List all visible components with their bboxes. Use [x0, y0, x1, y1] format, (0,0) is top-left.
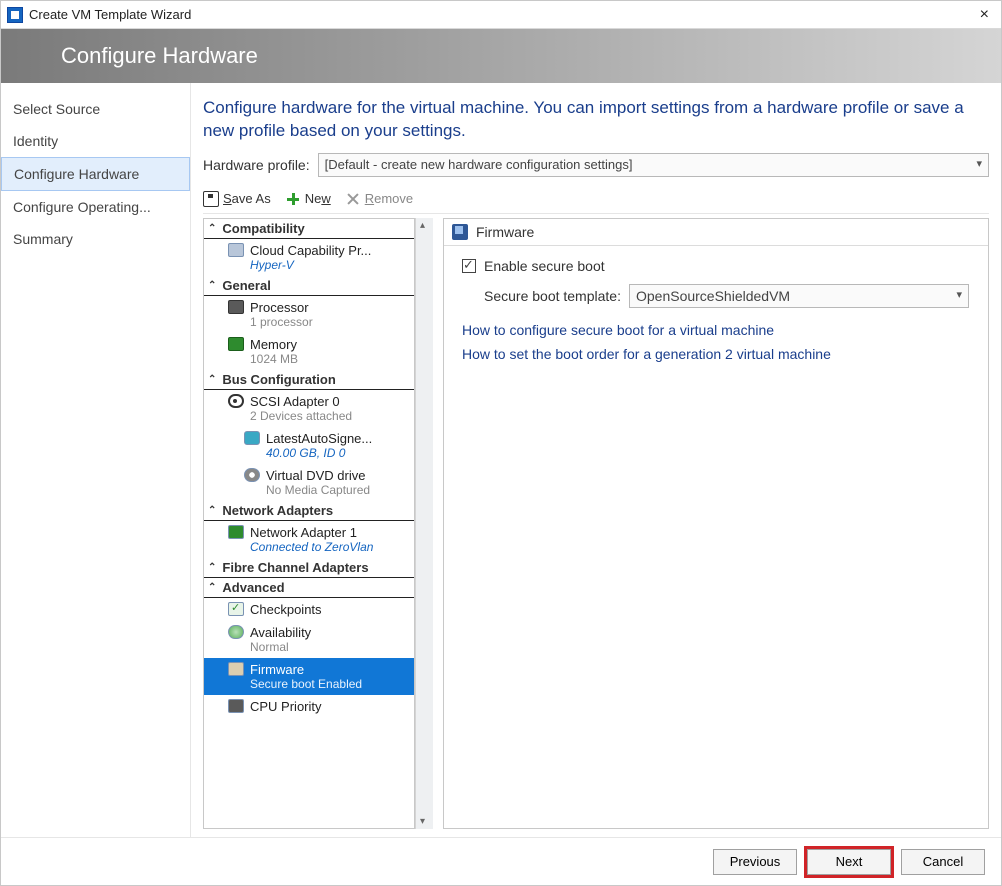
wizard-button-bar: Previous Next Cancel: [1, 837, 1001, 885]
availability-icon: [228, 625, 244, 639]
previous-button[interactable]: Previous: [713, 849, 797, 875]
banner-title: Configure Hardware: [61, 43, 258, 69]
nav-identity[interactable]: Identity: [1, 125, 190, 157]
tree-scsi-adapter[interactable]: SCSI Adapter 0 2 Devices attached: [204, 390, 414, 427]
hardware-profile-label: Hardware profile:: [203, 157, 310, 173]
firmware-icon: [452, 224, 468, 240]
title-bar: Create VM Template Wizard ×: [1, 1, 1001, 29]
instruction-text: Configure hardware for the virtual machi…: [203, 97, 989, 143]
enable-secure-boot-checkbox[interactable]: [462, 259, 476, 273]
cancel-button[interactable]: Cancel: [901, 849, 985, 875]
tree-memory[interactable]: Memory 1024 MB: [204, 333, 414, 370]
secure-boot-template-value: OpenSourceShieldedVM: [636, 288, 790, 304]
wizard-banner: Configure Hardware: [1, 29, 1001, 83]
firmware-tree-icon: [228, 662, 244, 676]
memory-icon: [228, 337, 244, 351]
enable-secure-boot-label: Enable secure boot: [484, 258, 605, 274]
dvd-icon: [244, 468, 260, 482]
section-network[interactable]: ⌃Network Adapters: [204, 501, 414, 521]
processor-icon: [228, 300, 244, 314]
section-advanced[interactable]: ⌃Advanced: [204, 578, 414, 598]
nav-configure-hardware[interactable]: Configure Hardware: [1, 157, 190, 191]
new-button[interactable]: New: [285, 191, 331, 207]
wizard-step-nav: Select Source Identity Configure Hardwar…: [1, 83, 191, 837]
app-icon: [7, 7, 23, 23]
checkpoints-icon: [228, 602, 244, 616]
nav-configure-os[interactable]: Configure Operating...: [1, 191, 190, 223]
link-boot-order-gen2[interactable]: How to set the boot order for a generati…: [462, 346, 970, 362]
window-title: Create VM Template Wizard: [29, 7, 974, 22]
save-as-button[interactable]: Save As: [203, 191, 271, 207]
tree-cpu-priority[interactable]: CPU Priority: [204, 695, 414, 718]
hardware-tree[interactable]: ⌃Compatibility Cloud Capability Pr... Hy…: [204, 219, 414, 828]
tree-checkpoints[interactable]: Checkpoints: [204, 598, 414, 621]
tree-processor[interactable]: Processor 1 processor: [204, 296, 414, 333]
tree-scrollbar[interactable]: [415, 218, 433, 829]
tree-disk[interactable]: LatestAutoSigne... 40.00 GB, ID 0: [204, 427, 414, 464]
section-bus[interactable]: ⌃Bus Configuration: [204, 370, 414, 390]
hardware-profile-select[interactable]: [Default - create new hardware configura…: [318, 153, 989, 177]
tree-availability[interactable]: Availability Normal: [204, 621, 414, 658]
secure-boot-template-label: Secure boot template:: [484, 288, 621, 304]
secure-boot-template-select[interactable]: OpenSourceShieldedVM: [629, 284, 969, 308]
nav-summary[interactable]: Summary: [1, 223, 190, 255]
remove-button: Remove: [345, 191, 413, 207]
disk-icon: [244, 431, 260, 445]
section-compatibility[interactable]: ⌃Compatibility: [204, 219, 414, 239]
next-button[interactable]: Next: [807, 849, 891, 875]
nav-select-source[interactable]: Select Source: [1, 93, 190, 125]
tree-cloud-capability[interactable]: Cloud Capability Pr... Hyper-V: [204, 239, 414, 276]
network-icon: [228, 525, 244, 539]
plus-icon: [285, 191, 301, 207]
scsi-icon: [228, 394, 244, 408]
save-icon: [203, 191, 219, 207]
hardware-toolbar: Save As New Remove: [203, 187, 989, 213]
section-general[interactable]: ⌃General: [204, 276, 414, 296]
tree-network-adapter[interactable]: Network Adapter 1 Connected to ZeroVlan: [204, 521, 414, 558]
detail-header-title: Firmware: [476, 224, 534, 240]
remove-icon: [345, 191, 361, 207]
close-icon[interactable]: ×: [974, 6, 995, 24]
tree-dvd[interactable]: Virtual DVD drive No Media Captured: [204, 464, 414, 501]
detail-panel: Firmware Enable secure boot Secure boot …: [443, 218, 989, 829]
cloud-icon: [228, 243, 244, 257]
tree-firmware[interactable]: Firmware Secure boot Enabled: [204, 658, 414, 695]
section-fibre-channel[interactable]: ⌃Fibre Channel Adapters: [204, 558, 414, 578]
hardware-profile-value: [Default - create new hardware configura…: [325, 157, 633, 172]
link-configure-secure-boot[interactable]: How to configure secure boot for a virtu…: [462, 322, 970, 338]
cpu-priority-icon: [228, 699, 244, 713]
